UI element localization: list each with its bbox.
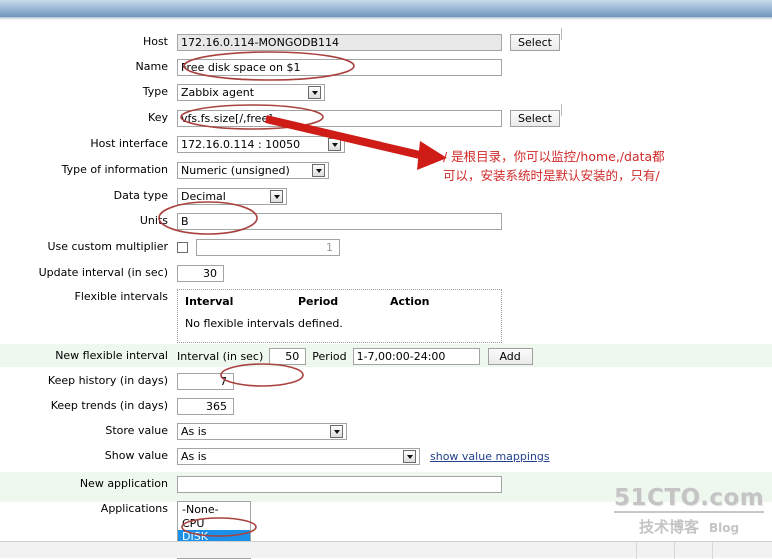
col-header-interval: Interval [185,295,234,308]
label-keep-trends: Keep trends (in days) [50,399,168,412]
label-host-interface: Host interface [90,137,168,150]
flexible-intervals-header: Interval Period Action [185,295,494,308]
panel-edge-line-bottom [561,104,562,116]
status-bar-cell-2 [674,542,712,559]
field-row-store-value: Store value As is [0,423,772,440]
field-row-flexible-intervals: Flexible intervals Interval Period Actio… [0,289,772,343]
label-new-application: New application [79,477,168,490]
label-type: Type [142,85,168,98]
host-interface-value: 172.16.0.114 : 10050 [181,138,301,151]
chevron-down-icon[interactable] [403,450,416,463]
label-units: Units [139,214,168,227]
label-data-type: Data type [113,189,168,202]
add-flexible-interval-button[interactable]: Add [487,348,533,365]
show-value-value: As is [181,450,207,463]
field-row-keep-history: Keep history (in days) 7 [0,373,772,390]
show-value-wrap: As is show value mappings [177,448,550,465]
field-row-keep-trends: Keep trends (in days) 365 [0,398,772,415]
data-type-select[interactable]: Decimal [177,188,287,205]
field-row-show-value: Show value As is show value mappings [0,448,772,465]
type-of-information-value: Numeric (unsigned) [181,164,290,177]
host-field-wrap: 172.16.0.114-MONGODB114 Select [177,34,560,51]
type-of-information-select[interactable]: Numeric (unsigned) [177,162,329,179]
annotation-note-line2: 可以，安装系统时是默认安装的，只有/ [443,168,660,183]
watermark: 51CTO.com 技术博客 Blog [614,486,764,537]
status-bar [0,541,772,559]
label-host: Host [142,35,168,48]
label-name: Name [135,60,168,73]
label-show-value: Show value [104,449,168,462]
label-key: Key [148,111,168,124]
col-header-period: Period [298,295,339,308]
keep-trends-input[interactable]: 365 [177,398,234,415]
store-value-value: As is [181,425,207,438]
label-flexible-intervals: Flexible intervals [74,290,169,303]
new-application-input[interactable] [177,476,502,493]
host-select-button[interactable]: Select [510,34,560,51]
key-input[interactable]: vfs.fs.size[/,free] [177,110,502,127]
label-type-of-information: Type of information [61,163,168,176]
type-select-value: Zabbix agent [181,86,255,99]
data-type-value: Decimal [181,190,226,203]
annotation-note: / 是根目录，你可以监控/home,/data都 可以，安装系统时是默认安装的，… [443,147,763,185]
new-flexible-interval-wrap: Interval (in sec) 50 Period 1-7,00:00-24… [177,348,533,365]
new-interval-input[interactable]: 50 [269,348,307,365]
window-title-bar [0,0,772,17]
key-field-wrap: vfs.fs.size[/,free] Select [177,110,560,127]
store-value-select[interactable]: As is [177,423,347,440]
field-row-use-custom-multiplier: Use custom multiplier 1 [0,239,772,256]
label-new-flexible-interval: New flexible interval [55,349,168,362]
host-input[interactable]: 172.16.0.114-MONGODB114 [177,34,502,51]
name-input[interactable]: Free disk space on $1 [177,59,502,76]
label-store-value: Store value [105,424,168,437]
units-input[interactable]: B [177,213,502,230]
field-row-data-type: Data type Decimal [0,188,772,205]
update-interval-input[interactable]: 30 [177,265,224,282]
chevron-down-icon[interactable] [330,425,343,438]
host-interface-select[interactable]: 172.16.0.114 : 10050 [177,136,345,153]
watermark-line2-text: 技术博客 [638,518,699,536]
field-row-key: Key vfs.fs.size[/,free] Select [0,110,772,127]
item-configuration-form: Host 172.16.0.114-MONGODB114 Select Name… [0,20,772,559]
new-period-input[interactable]: 1-7,00:00-24:00 [352,348,480,365]
field-row-new-flexible-interval: New flexible interval Interval (in sec) … [0,348,772,365]
chevron-down-icon[interactable] [270,190,283,203]
label-use-custom-multiplier: Use custom multiplier [47,240,168,253]
field-row-type: Type Zabbix agent [0,84,772,101]
key-select-button[interactable]: Select [510,110,560,127]
use-custom-multiplier-checkbox[interactable] [177,242,188,253]
field-row-name: Name Free disk space on $1 [0,59,772,76]
custom-multiplier-input[interactable]: 1 [196,239,340,256]
col-header-action: Action [390,295,430,308]
watermark-line2: 技术博客 Blog [614,516,764,537]
application-option-cpu[interactable]: CPU [178,517,250,531]
chevron-down-icon[interactable] [328,138,341,151]
status-bar-cell-1 [636,542,674,559]
keep-history-input[interactable]: 7 [177,373,234,390]
label-update-interval: Update interval (in sec) [38,266,168,279]
annotation-note-line1: / 是根目录，你可以监控/home,/data都 [443,149,665,164]
field-row-update-interval: Update interval (in sec) 30 [0,265,772,282]
status-bar-cell-3 [712,542,772,559]
flexible-intervals-empty-text: No flexible intervals defined. [185,317,343,330]
label-period: Period [312,350,347,363]
flexible-intervals-table: Interval Period Action No flexible inter… [177,289,502,343]
chevron-down-icon[interactable] [312,164,325,177]
panel-edge-line-top [561,28,562,40]
chevron-down-icon[interactable] [308,86,321,99]
application-option-none[interactable]: -None- [178,503,250,517]
custom-multiplier-wrap: 1 [177,239,340,256]
field-row-host: Host 172.16.0.114-MONGODB114 Select [0,34,772,51]
type-select[interactable]: Zabbix agent [177,84,325,101]
watermark-line1: 51CTO.com [614,485,765,513]
show-value-select[interactable]: As is [177,448,420,465]
label-applications: Applications [100,502,168,515]
show-value-mappings-link[interactable]: show value mappings [430,450,550,463]
label-interval-in-sec: Interval (in sec) [177,350,264,363]
watermark-blog-text: Blog [708,521,740,535]
label-keep-history: Keep history (in days) [47,374,168,387]
field-row-units: Units B [0,213,772,230]
